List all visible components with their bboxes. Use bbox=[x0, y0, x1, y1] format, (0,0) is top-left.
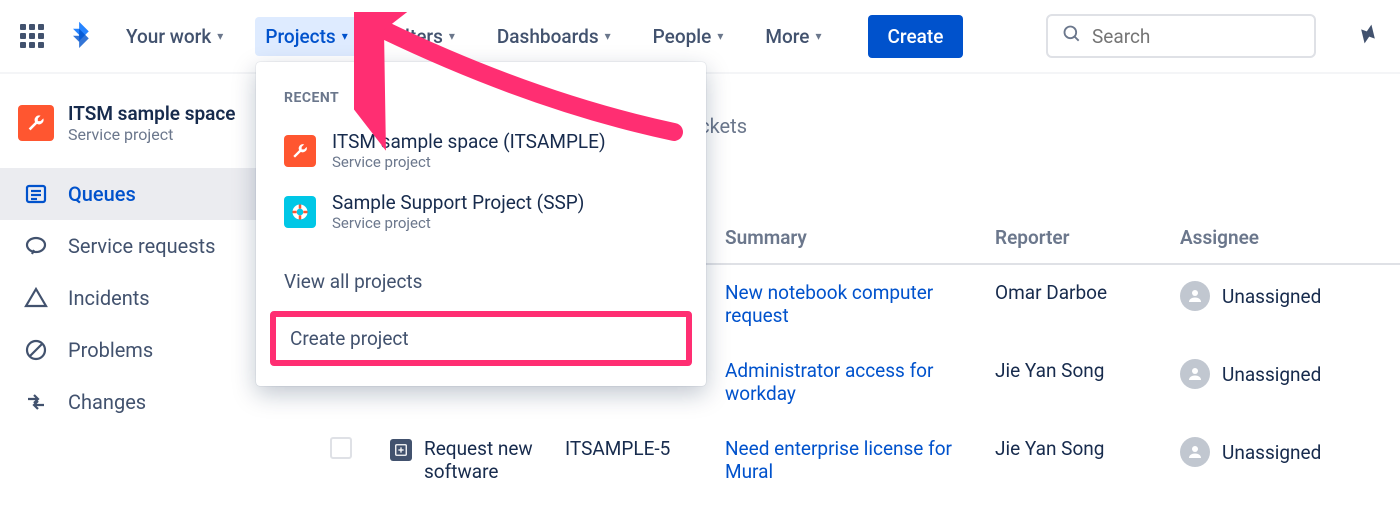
table-row[interactable]: Request new software ITSAMPLE-5 Need ent… bbox=[290, 421, 1400, 499]
nav-projects[interactable]: Projects▾ bbox=[255, 17, 357, 56]
project-lifebuoy-icon bbox=[284, 196, 316, 228]
sidebar-item-label: Incidents bbox=[68, 286, 150, 310]
dropdown-project-item[interactable]: ITSM sample space (ITSAMPLE) Service pro… bbox=[256, 120, 706, 181]
row-checkbox[interactable] bbox=[330, 437, 352, 459]
ticket-assignee: Unassigned bbox=[1180, 281, 1360, 311]
ticket-type: Request new software bbox=[424, 437, 565, 483]
project-wrench-icon bbox=[284, 135, 316, 167]
app-switcher-icon[interactable] bbox=[20, 24, 44, 48]
create-button[interactable]: Create bbox=[868, 15, 964, 58]
nav-filters[interactable]: Filters▾ bbox=[380, 17, 465, 56]
search-box[interactable] bbox=[1046, 14, 1316, 58]
avatar-icon bbox=[1180, 359, 1210, 389]
sidebar-item-problems[interactable]: Problems bbox=[0, 324, 290, 376]
sidebar: ITSM sample space Service project Queues… bbox=[0, 74, 290, 527]
chevron-down-icon: ▾ bbox=[717, 29, 723, 43]
project-header[interactable]: ITSM sample space Service project bbox=[0, 102, 290, 168]
dropdown-item-title: ITSM sample space (ITSAMPLE) bbox=[332, 130, 606, 153]
projects-dropdown: RECENT ITSM sample space (ITSAMPLE) Serv… bbox=[256, 62, 706, 386]
ticket-assignee: Unassigned bbox=[1180, 437, 1360, 467]
search-icon bbox=[1062, 24, 1082, 48]
nav-more[interactable]: More▾ bbox=[755, 17, 831, 56]
avatar-icon bbox=[1180, 437, 1210, 467]
search-input[interactable] bbox=[1092, 25, 1300, 48]
sidebar-item-changes[interactable]: Changes bbox=[0, 376, 290, 428]
dropdown-project-item[interactable]: Sample Support Project (SSP) Service pro… bbox=[256, 181, 706, 242]
sidebar-item-service-requests[interactable]: Service requests bbox=[0, 220, 290, 272]
project-title: ITSM sample space bbox=[68, 102, 236, 125]
notification-icon[interactable] bbox=[1356, 22, 1380, 50]
sidebar-item-label: Problems bbox=[68, 338, 153, 362]
avatar-icon bbox=[1180, 281, 1210, 311]
chevron-down-icon: ▾ bbox=[815, 29, 821, 43]
chevron-down-icon: ▾ bbox=[342, 29, 348, 43]
nav-your-work[interactable]: Your work▾ bbox=[116, 17, 233, 56]
sidebar-item-label: Queues bbox=[68, 182, 136, 206]
view-all-projects-link[interactable]: View all projects bbox=[256, 256, 706, 307]
create-project-link[interactable]: Create project bbox=[270, 311, 692, 366]
dropdown-item-subtitle: Service project bbox=[332, 153, 606, 171]
dropdown-item-title: Sample Support Project (SSP) bbox=[332, 191, 584, 214]
ticket-summary-link[interactable]: New notebook computer request bbox=[725, 281, 995, 327]
ticket-summary-link[interactable]: Need enterprise license for Mural bbox=[725, 437, 995, 483]
ticket-key: ITSAMPLE-5 bbox=[565, 437, 725, 460]
chevron-down-icon: ▾ bbox=[605, 29, 611, 43]
ticket-summary-link[interactable]: Administrator access for workday bbox=[725, 359, 995, 405]
chevron-down-icon: ▾ bbox=[217, 29, 223, 43]
ticket-reporter: Jie Yan Song bbox=[995, 359, 1180, 382]
dropdown-item-subtitle: Service project bbox=[332, 214, 584, 232]
request-type-icon bbox=[390, 439, 412, 461]
sidebar-item-incidents[interactable]: Incidents bbox=[0, 272, 290, 324]
col-assignee: Assignee bbox=[1180, 226, 1360, 249]
ticket-assignee: Unassigned bbox=[1180, 359, 1360, 389]
jira-logo-icon[interactable] bbox=[66, 20, 94, 52]
ticket-reporter: Omar Darboe bbox=[995, 281, 1180, 304]
sidebar-item-queues[interactable]: Queues bbox=[0, 168, 290, 220]
nav-dashboards[interactable]: Dashboards▾ bbox=[487, 17, 621, 56]
sidebar-item-label: Service requests bbox=[68, 234, 215, 258]
sidebar-item-label: Changes bbox=[68, 390, 146, 414]
dropdown-heading: RECENT bbox=[256, 82, 706, 120]
project-wrench-icon bbox=[18, 105, 54, 141]
ticket-reporter: Jie Yan Song bbox=[995, 437, 1180, 460]
chevron-down-icon: ▾ bbox=[449, 29, 455, 43]
col-reporter: Reporter bbox=[995, 226, 1180, 249]
col-summary: Summary bbox=[725, 226, 995, 249]
nav-people[interactable]: People▾ bbox=[643, 17, 734, 56]
project-subtitle: Service project bbox=[68, 125, 236, 144]
